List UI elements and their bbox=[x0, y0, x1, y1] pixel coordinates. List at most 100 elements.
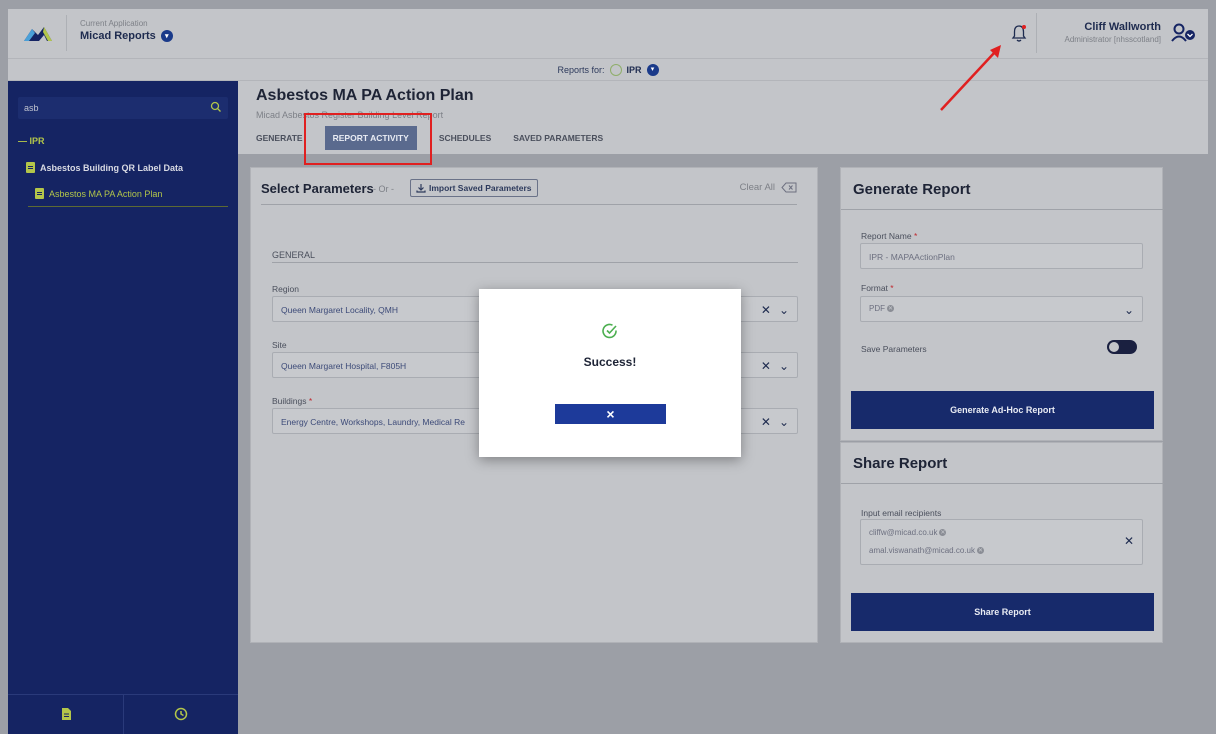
format-select[interactable]: PDF ✕ ⌄ bbox=[860, 296, 1143, 322]
required-asterisk: * bbox=[308, 396, 313, 406]
generate-adhoc-report-button[interactable]: Generate Ad-Hoc Report bbox=[851, 391, 1154, 429]
sidebar-item-action-plan[interactable]: Asbestos MA PA Action Plan bbox=[35, 188, 162, 199]
format-chip-label: PDF bbox=[869, 304, 885, 313]
buildings-label-text: Buildings bbox=[272, 396, 307, 406]
close-dialog-button[interactable]: × bbox=[555, 404, 666, 424]
save-parameters-label: Save Parameters bbox=[861, 344, 927, 354]
region-label: Region bbox=[272, 284, 299, 294]
share-report-panel: Share Report Input email recipients clif… bbox=[840, 442, 1164, 643]
highlight-box bbox=[304, 113, 432, 165]
site-value: Queen Margaret Hospital, F805H bbox=[281, 361, 407, 371]
clear-icon[interactable]: ✕ bbox=[761, 415, 771, 429]
format-chip: PDF ✕ bbox=[869, 304, 894, 313]
report-name-label: Report Name * bbox=[861, 231, 917, 241]
required-asterisk: * bbox=[890, 283, 894, 293]
chevron-down-icon[interactable]: ⌄ bbox=[779, 359, 789, 373]
download-icon bbox=[416, 184, 426, 193]
app-caption: Current Application bbox=[80, 19, 148, 28]
reports-for-value[interactable]: IPR bbox=[627, 65, 642, 75]
field-controls: ✕ ⌄ bbox=[761, 359, 789, 373]
chevron-down-icon[interactable]: ▾ bbox=[646, 63, 659, 76]
tab-generate[interactable]: GENERATE bbox=[256, 131, 303, 150]
email-chip-label: amal.viswanath@micad.co.uk bbox=[869, 546, 975, 555]
email-chip-label: cliffw@micad.co.uk bbox=[869, 528, 938, 537]
clear-all-label: Clear All bbox=[739, 182, 775, 193]
tab-saved-parameters[interactable]: SAVED PARAMETERS bbox=[513, 131, 603, 150]
reports-document-icon[interactable] bbox=[59, 707, 73, 721]
format-label-text: Format bbox=[861, 283, 888, 293]
required-asterisk: * bbox=[913, 231, 918, 241]
success-message: Success! bbox=[583, 355, 637, 369]
sidebar-item-qr-label-data[interactable]: Asbestos Building QR Label Data bbox=[26, 162, 183, 173]
search-input[interactable]: asb bbox=[18, 97, 228, 119]
search-icon[interactable] bbox=[210, 101, 222, 113]
report-name-label-text: Report Name bbox=[861, 231, 912, 241]
search-value: asb bbox=[24, 103, 39, 113]
user-menu-icon[interactable] bbox=[1170, 21, 1196, 45]
clear-icon[interactable]: ✕ bbox=[761, 303, 771, 317]
section-general-label: GENERAL bbox=[272, 250, 316, 260]
share-title: Share Report bbox=[853, 455, 948, 472]
email-recipients-input[interactable]: cliffw@micad.co.uk ✕ amal.viswanath@mica… bbox=[860, 519, 1143, 565]
share-report-button[interactable]: Share Report bbox=[851, 593, 1154, 631]
report-name-value: IPR - MAPAActionPlan bbox=[869, 252, 955, 262]
sidebar-item-label: Asbestos Building QR Label Data bbox=[40, 162, 184, 173]
clear-icon[interactable]: ✕ bbox=[1124, 534, 1134, 548]
chevron-down-icon[interactable]: ⌄ bbox=[1124, 303, 1134, 317]
region-value: Queen Margaret Locality, QMH bbox=[281, 305, 398, 315]
document-icon bbox=[35, 188, 44, 199]
tree-root-ipr[interactable]: — IPR bbox=[18, 136, 45, 146]
field-controls: ⌄ bbox=[1124, 303, 1134, 317]
save-parameters-toggle[interactable] bbox=[1107, 340, 1137, 354]
reports-for-label: Reports for: bbox=[557, 64, 605, 75]
chevron-down-icon: ▾ bbox=[160, 30, 173, 42]
divider bbox=[841, 483, 1164, 484]
remove-chip-icon[interactable]: ✕ bbox=[976, 547, 984, 554]
ipr-logo-icon bbox=[609, 63, 622, 76]
sidebar: asb — IPR Asbestos Building QR Label Dat… bbox=[8, 81, 238, 734]
buildings-value: Energy Centre, Workshops, Laundry, Medic… bbox=[281, 417, 465, 427]
report-name-input[interactable]: IPR - MAPAActionPlan bbox=[860, 243, 1143, 269]
micad-logo-icon[interactable] bbox=[22, 21, 54, 45]
document-icon bbox=[26, 162, 35, 173]
chevron-down-icon[interactable]: ⌄ bbox=[779, 303, 789, 317]
field-controls: ✕ ⌄ bbox=[761, 303, 789, 317]
annotation-arrow-icon bbox=[940, 45, 1001, 111]
app-header: Current Application Micad Reports ▾ Clif… bbox=[8, 9, 1208, 59]
divider bbox=[261, 204, 797, 205]
selected-item-underline bbox=[28, 206, 228, 207]
check-circle-icon bbox=[602, 323, 617, 339]
site-label: Site bbox=[272, 340, 287, 350]
clear-icon[interactable]: ✕ bbox=[761, 359, 771, 373]
import-saved-parameters-button[interactable]: Import Saved Parameters bbox=[410, 179, 538, 197]
field-controls: ✕ ⌄ bbox=[761, 415, 789, 429]
reports-for-bar: Reports for: IPR ▾ bbox=[8, 59, 1208, 81]
format-label: Format * bbox=[861, 283, 894, 293]
divider bbox=[272, 262, 798, 263]
footer-divider bbox=[123, 695, 124, 734]
page-title: Asbestos MA PA Action Plan bbox=[256, 87, 474, 104]
remove-chip-icon[interactable]: ✕ bbox=[939, 529, 947, 536]
app-switcher[interactable]: Micad Reports ▾ bbox=[80, 30, 173, 42]
user-name[interactable]: Cliff Wallworth bbox=[1084, 21, 1161, 33]
email-chip: cliffw@micad.co.uk ✕ bbox=[869, 528, 947, 537]
app-name: Micad Reports bbox=[80, 30, 156, 42]
remove-chip-icon[interactable]: ✕ bbox=[887, 305, 894, 312]
generate-title: Generate Report bbox=[853, 181, 971, 198]
tab-schedules[interactable]: SCHEDULES bbox=[439, 131, 491, 150]
sidebar-item-label: Asbestos MA PA Action Plan bbox=[49, 188, 163, 199]
user-role: Administrator [nhsscotland] bbox=[1064, 35, 1162, 44]
field-controls: ✕ bbox=[1124, 534, 1134, 548]
email-recipients-label: Input email recipients bbox=[861, 508, 942, 518]
sidebar-footer bbox=[8, 694, 238, 734]
header-divider bbox=[66, 15, 67, 51]
buildings-label: Buildings * bbox=[272, 396, 312, 406]
generate-report-panel: Generate Report Report Name * IPR - MAPA… bbox=[840, 167, 1164, 441]
chevron-down-icon[interactable]: ⌄ bbox=[779, 415, 789, 429]
close-icon: × bbox=[606, 406, 615, 422]
divider bbox=[841, 209, 1164, 210]
import-label: Import Saved Parameters bbox=[429, 183, 532, 193]
history-clock-icon[interactable] bbox=[174, 707, 188, 721]
clear-all-button[interactable]: Clear All bbox=[740, 182, 797, 193]
email-chip: amal.viswanath@micad.co.uk ✕ bbox=[869, 546, 984, 555]
